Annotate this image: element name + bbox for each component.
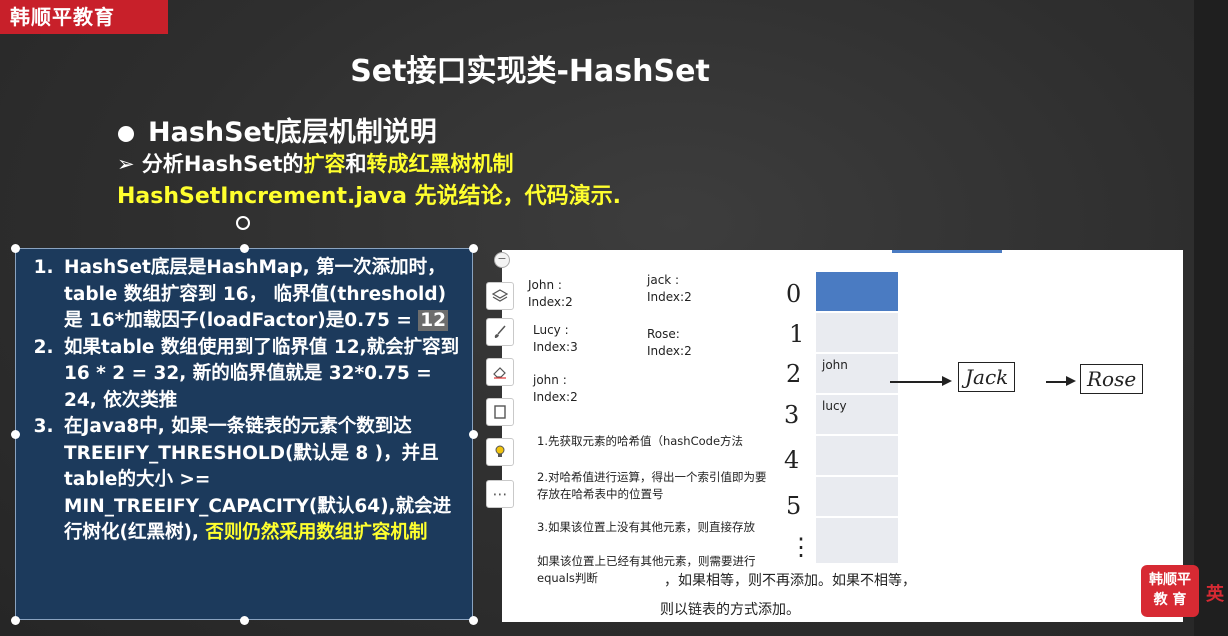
index-more: ⋮ xyxy=(789,533,813,561)
index-1: 1 xyxy=(789,320,805,348)
arrow-head-1-icon xyxy=(942,376,952,386)
resize-handle-ne[interactable] xyxy=(469,244,478,253)
note-jack-name: jack : xyxy=(647,273,680,287)
note-rose-index: Index:2 xyxy=(647,344,692,358)
sub-heading-keyword-2: 转成红黑树机制 xyxy=(366,152,514,176)
table-cell-2: john xyxy=(816,354,898,394)
step-2: 2.对哈希值进行运算，得出一个索引值即为要存放在哈希表中的位置号 xyxy=(537,470,767,501)
rotate-handle-icon[interactable] xyxy=(236,216,250,230)
arrow-line-1 xyxy=(890,381,944,383)
step-3: 3.如果该位置上没有其他元素，则直接存放 xyxy=(537,520,755,534)
sub-heading: ➢ 分析HashSet的扩容和转成红黑树机制 xyxy=(117,148,514,178)
panel-accent-bar xyxy=(892,250,1002,253)
item2-text: 如果table 数组使用到了临界值 12,就会扩容到 16 * 2 = 32, … xyxy=(64,336,460,411)
watermark-line-1: 韩顺平 xyxy=(1149,572,1191,588)
arrow-head-2-icon xyxy=(1066,376,1076,386)
more-options-icon[interactable]: ⋯ xyxy=(486,480,514,508)
resize-handle-nw[interactable] xyxy=(11,244,20,253)
chain-node-jack: Jack xyxy=(958,362,1016,392)
resize-handle-sw[interactable] xyxy=(11,616,20,625)
step-tail-1: ，如果相等，则不再添加。如果不相等， xyxy=(664,573,916,589)
table-cell-4 xyxy=(816,436,898,476)
table-cell-1 xyxy=(816,313,898,353)
brush-icon[interactable] xyxy=(486,318,514,346)
bullet-dot-icon xyxy=(118,125,134,142)
table-cell-0 xyxy=(816,272,898,312)
index-2: 2 xyxy=(786,360,802,388)
frame-icon[interactable] xyxy=(486,398,514,426)
slide-title: Set接口实现类-HashSet xyxy=(350,54,710,89)
image-toolbar: ⋯ xyxy=(486,252,516,512)
note-rose-name: Rose: xyxy=(647,327,680,341)
lightbulb-icon[interactable] xyxy=(486,438,514,466)
step-1: 1.先获取元素的哈希值（hashCode方法 xyxy=(537,434,744,448)
index-0: 0 xyxy=(786,280,802,308)
item1-text: HashSet底层是HashMap, 第一次添加时，table 数组扩容到 16… xyxy=(64,257,447,331)
resize-handle-s[interactable] xyxy=(240,616,249,625)
sub-heading-keyword-1: 扩容 xyxy=(303,152,346,176)
resize-handle-se[interactable] xyxy=(469,616,478,625)
selected-textbox[interactable]: HashSet底层是HashMap, 第一次添加时，table 数组扩容到 16… xyxy=(15,248,473,620)
index-3: 3 xyxy=(784,401,800,429)
sub-heading-prefix: ➢ 分析HashSet的 xyxy=(117,152,304,176)
window-edge xyxy=(1194,0,1228,636)
index-4: 4 xyxy=(784,446,800,474)
table-cell-6 xyxy=(816,518,898,564)
note-john2-name: john : xyxy=(533,373,567,387)
resize-handle-n[interactable] xyxy=(240,244,249,253)
eraser-icon[interactable] xyxy=(486,358,514,386)
note-john-name: John : xyxy=(528,278,562,292)
note-john-index: Index:2 xyxy=(528,295,573,309)
brand-logo: 韩顺平教育 xyxy=(0,0,168,34)
note-jack-index: Index:2 xyxy=(647,290,692,304)
resize-handle-e[interactable] xyxy=(469,430,478,439)
layers-icon[interactable] xyxy=(486,282,514,310)
table-cell-5 xyxy=(816,477,898,517)
index-5: 5 xyxy=(786,492,802,520)
bullet-heading-text: HashSet底层机制说明 xyxy=(148,117,437,148)
note-lucy-index: Index:3 xyxy=(533,340,578,354)
item3-yellow: 否则仍然采用数组扩容机制 xyxy=(205,522,428,543)
table-cell-3: lucy xyxy=(816,395,898,435)
list-item: HashSet底层是HashMap, 第一次添加时，table 数组扩容到 16… xyxy=(60,255,464,335)
watermark-side-text: 英 xyxy=(1206,584,1224,605)
note-john2-index: Index:2 xyxy=(533,390,578,404)
resize-handle-w[interactable] xyxy=(11,430,20,439)
item1-highlight: 12 xyxy=(418,310,449,331)
sub-heading-mid: 和 xyxy=(345,152,367,176)
step-tail-2: 则以链表的方式添加。 xyxy=(660,602,800,618)
list-item: 如果table 数组使用到了临界值 12,就会扩容到 16 * 2 = 32, … xyxy=(60,335,464,415)
code-reference: HashSetIncrement.java 先说结论，代码演示. xyxy=(117,184,621,209)
brand-watermark: 韩顺平 教 育 xyxy=(1141,565,1199,617)
bullet-heading: HashSet底层机制说明 xyxy=(118,110,437,149)
watermark-line-2: 教 育 xyxy=(1153,592,1187,608)
chain-node-rose: Rose xyxy=(1080,364,1144,394)
note-lucy-name: Lucy : xyxy=(533,323,569,337)
arrow-line-2 xyxy=(1046,381,1068,383)
conclusion-list: HashSet底层是HashMap, 第一次添加时，table 数组扩容到 16… xyxy=(16,249,472,547)
list-item: 在Java8中, 如果一条链表的元素个数到达 TREEIFY_THRESHOLD… xyxy=(60,414,464,547)
